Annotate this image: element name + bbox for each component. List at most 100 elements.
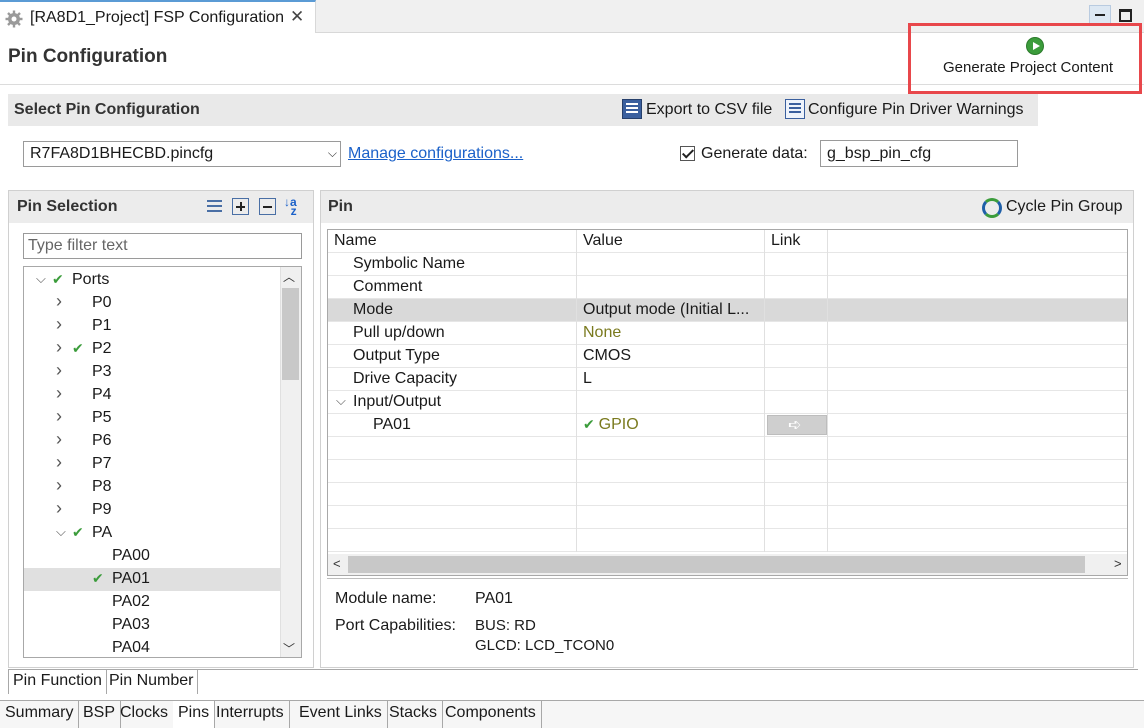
pin-config-select[interactable]: R7FA8D1BHECBD.pincfg ⌵ (23, 141, 341, 167)
tree-item-label: P6 (92, 432, 112, 449)
tab-pin-number[interactable]: Pin Number (105, 670, 199, 694)
port-capability: GLCD: LCD_TCON0 (475, 637, 615, 654)
cycle-pin-group-button[interactable]: Cycle Pin Group (1006, 198, 1123, 216)
property-value[interactable] (578, 391, 765, 414)
property-row[interactable]: Output Type CMOS (328, 345, 1127, 368)
chevron-down-icon[interactable]: ⌵ (36, 271, 46, 287)
empty-cell (578, 506, 765, 529)
tree-item[interactable]: › P7 (24, 452, 281, 476)
property-value[interactable]: Output mode (Initial L... (578, 299, 765, 322)
property-row[interactable]: PA01 ✔ GPIO (328, 414, 1127, 437)
property-value[interactable]: None (578, 322, 765, 345)
chevron-right-icon[interactable]: › (56, 291, 62, 312)
tree-item[interactable]: › P8 (24, 475, 281, 499)
play-icon[interactable] (1026, 37, 1044, 55)
pin-panel-title: Pin (328, 198, 353, 215)
chevron-right-icon[interactable]: › (56, 498, 62, 519)
list-view-icon[interactable] (206, 198, 223, 215)
tree-item[interactable]: PA00 (24, 545, 281, 568)
arrow-right-icon[interactable] (767, 415, 827, 435)
property-row[interactable]: Pull up/down None (328, 322, 1127, 345)
generate-data-checkbox[interactable] (680, 146, 695, 161)
export-csv-button[interactable]: Export to CSV file (646, 101, 772, 119)
column-header-name[interactable]: Name (328, 230, 577, 253)
chevron-right-icon[interactable]: › (56, 475, 62, 496)
tab-stacks[interactable]: Stacks (384, 701, 444, 728)
chevron-down-icon[interactable]: ⌵ (56, 524, 66, 540)
tree-item[interactable]: › ✔ P2 (24, 337, 281, 361)
property-value-text: Output mode (Initial L... (583, 301, 750, 318)
tree-item[interactable]: › P6 (24, 429, 281, 453)
scroll-left-icon[interactable]: < (333, 556, 341, 571)
chevron-right-icon[interactable]: › (56, 452, 62, 473)
tree-item[interactable]: › P0 (24, 291, 281, 315)
chevron-right-icon[interactable]: › (56, 314, 62, 335)
tree-item[interactable]: ⌵ ✔ PA (24, 522, 281, 545)
property-row[interactable]: Mode Output mode (Initial L... (328, 299, 1127, 322)
tree-item[interactable]: › P4 (24, 383, 281, 407)
collapse-all-icon[interactable] (259, 198, 276, 215)
manage-configurations-link[interactable]: Manage configurations... (348, 145, 523, 163)
tab-clocks[interactable]: Clocks (115, 701, 175, 728)
tree-item[interactable]: PA02 (24, 591, 281, 614)
cycle-icon[interactable] (982, 198, 1002, 218)
property-value[interactable]: ✔ GPIO (578, 414, 765, 437)
property-value[interactable] (578, 276, 765, 299)
generate-data-field[interactable] (820, 140, 1018, 167)
tree-item[interactable]: ⌵ ✔ Ports (24, 269, 281, 292)
horizontal-scroll-thumb[interactable] (348, 556, 1085, 573)
chevron-right-icon[interactable]: › (56, 429, 62, 450)
chevron-down-icon[interactable]: ⌵ (328, 146, 337, 161)
empty-cell (328, 460, 577, 483)
generate-project-content-label[interactable]: Generate Project Content (943, 59, 1113, 76)
property-row[interactable]: Drive Capacity L (328, 368, 1127, 391)
tree-item-label: P1 (92, 317, 112, 334)
property-name: ⌵ Input/Output (328, 391, 577, 414)
property-row[interactable]: ⌵ Input/Output (328, 391, 1127, 414)
empty-row (328, 460, 1127, 483)
close-icon[interactable]: ✕ (290, 7, 304, 27)
export-csv-icon[interactable] (622, 99, 642, 119)
expand-all-icon[interactable] (232, 198, 249, 215)
chevron-down-icon[interactable]: ⌵ (336, 393, 346, 409)
tree-item[interactable]: › P9 (24, 498, 281, 522)
chevron-right-icon[interactable]: › (56, 383, 62, 404)
scroll-down-icon[interactable]: ﹀ (283, 640, 295, 657)
property-name: Drive Capacity (328, 368, 577, 391)
tab-interrupts[interactable]: Interrupts (211, 701, 290, 728)
tree-item[interactable]: ✔ PA01 (24, 568, 281, 591)
tab-pins[interactable]: Pins (173, 701, 216, 728)
property-value[interactable]: CMOS (578, 345, 765, 368)
tree-scroll-thumb[interactable] (282, 288, 299, 380)
property-row[interactable]: Symbolic Name (328, 253, 1127, 276)
property-name-text: Output Type (353, 347, 440, 364)
scroll-right-icon[interactable]: > (1114, 556, 1122, 571)
scroll-up-icon[interactable]: ︿ (283, 268, 295, 285)
tab-pin-function[interactable]: Pin Function (8, 670, 107, 694)
tab-summary[interactable]: Summary (0, 701, 80, 728)
tree-item[interactable]: › P5 (24, 406, 281, 430)
property-value[interactable] (578, 253, 765, 276)
filter-input[interactable] (23, 233, 302, 259)
editor-tab[interactable]: [RA8D1_Project] FSP Configuration ✕ (0, 0, 316, 33)
column-header-value[interactable]: Value (578, 230, 765, 253)
tree-item[interactable]: PA04 (24, 637, 281, 657)
configure-warnings-icon[interactable] (785, 99, 805, 119)
column-header-link[interactable]: Link (766, 230, 828, 253)
tree-item[interactable]: › P1 (24, 314, 281, 338)
tree-item[interactable]: › P3 (24, 360, 281, 384)
tree-item[interactable]: PA03 (24, 614, 281, 637)
chevron-right-icon[interactable]: › (56, 337, 62, 358)
property-value[interactable]: L (578, 368, 765, 391)
tab-event-links[interactable]: Event Links (294, 701, 388, 728)
sort-az-icon[interactable]: ↓a z (284, 196, 306, 217)
property-row[interactable]: Comment (328, 276, 1127, 299)
maximize-button[interactable] (1119, 9, 1132, 22)
generate-data-label: Generate data: (701, 145, 808, 162)
chevron-right-icon[interactable]: › (56, 406, 62, 427)
minimize-button[interactable] (1089, 5, 1111, 25)
configure-warnings-button[interactable]: Configure Pin Driver Warnings (808, 101, 1023, 119)
tab-components[interactable]: Components (440, 701, 542, 728)
chevron-right-icon[interactable]: › (56, 360, 62, 381)
config-tabs: Summary BSP Clocks Pins Interrupts Event… (0, 700, 1144, 728)
